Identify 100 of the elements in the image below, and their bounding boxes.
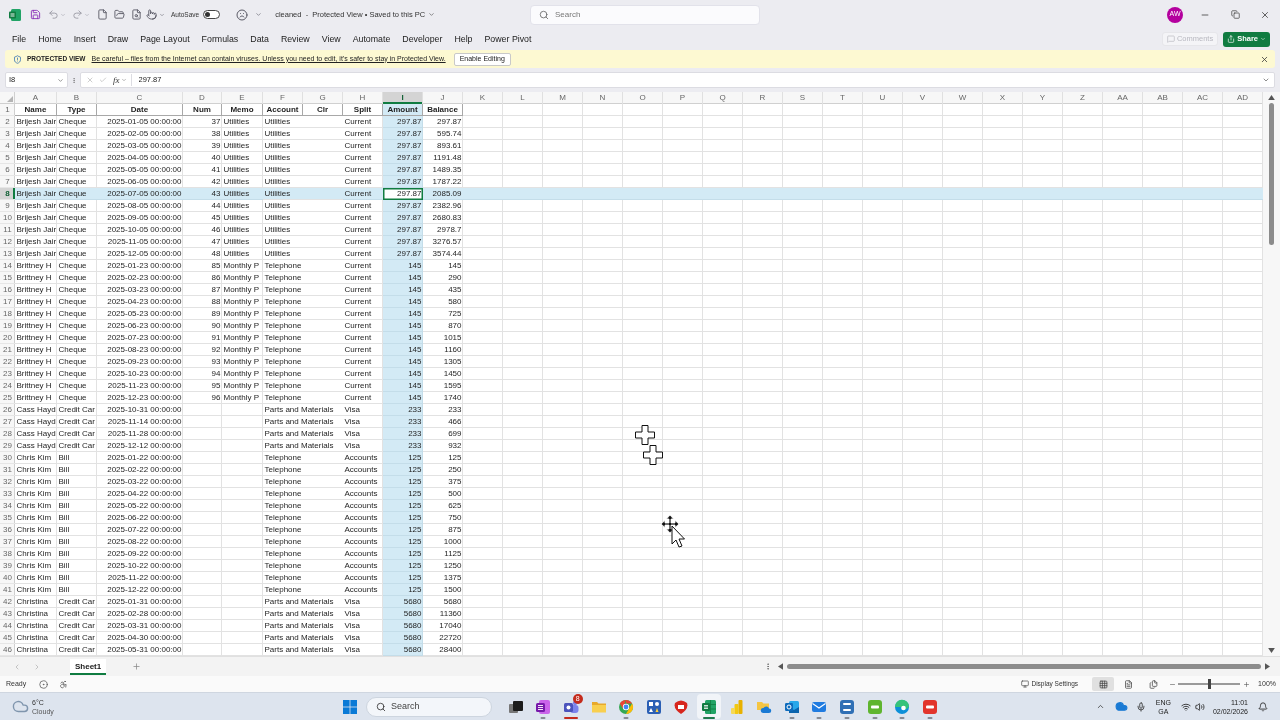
row-number[interactable]: 31 bbox=[0, 464, 15, 476]
open-folder-icon[interactable] bbox=[114, 9, 125, 20]
volume-icon[interactable] bbox=[1194, 701, 1205, 712]
zoom-in-icon[interactable] bbox=[1243, 680, 1251, 688]
row-number[interactable]: 6 bbox=[0, 164, 15, 176]
redo-icon[interactable] bbox=[72, 9, 83, 20]
row-number[interactable]: 3 bbox=[0, 128, 15, 140]
wifi-icon[interactable] bbox=[1180, 701, 1191, 712]
ribbon-tab[interactable]: Power Pivot bbox=[478, 33, 538, 45]
row-number[interactable]: 5 bbox=[0, 152, 15, 164]
row-number[interactable]: 18 bbox=[0, 308, 15, 320]
sheet-tab[interactable]: Sheet1 bbox=[70, 658, 107, 675]
ribbon-tab[interactable]: Insert bbox=[67, 33, 102, 45]
scroll-up-icon[interactable] bbox=[1268, 95, 1275, 100]
column-header[interactable]: N bbox=[583, 92, 623, 104]
caret-icon[interactable] bbox=[428, 11, 436, 18]
autosave-switch[interactable] bbox=[203, 10, 221, 19]
row-number[interactable]: 38 bbox=[0, 548, 15, 560]
column-header[interactable]: K bbox=[463, 92, 503, 104]
row-number[interactable]: 24 bbox=[0, 380, 15, 392]
ribbon-tab[interactable]: Review bbox=[274, 33, 316, 45]
row-number[interactable]: 43 bbox=[0, 608, 15, 620]
row-number[interactable]: 2 bbox=[0, 116, 15, 128]
scroll-down-icon[interactable] bbox=[1268, 648, 1275, 653]
scroll-left-icon[interactable] bbox=[778, 663, 783, 670]
ribbon-tab[interactable]: Formulas bbox=[195, 33, 245, 45]
row-number[interactable]: 25 bbox=[0, 392, 15, 404]
accessibility-icon[interactable] bbox=[59, 679, 69, 689]
ribbon-tab[interactable]: Developer bbox=[396, 33, 449, 45]
row-number[interactable]: 28 bbox=[0, 428, 15, 440]
view-button[interactable] bbox=[1092, 677, 1115, 691]
resize-handle-icon[interactable] bbox=[764, 662, 772, 671]
cloud-icon[interactable] bbox=[1114, 700, 1128, 713]
row-number[interactable]: 34 bbox=[0, 500, 15, 512]
ribbon-tab[interactable]: Help bbox=[448, 33, 479, 45]
ribbon-tab[interactable]: View bbox=[315, 33, 347, 45]
row-number[interactable]: 4 bbox=[0, 140, 15, 152]
ribbon-tab[interactable]: Draw bbox=[101, 33, 135, 45]
row-number[interactable]: 40 bbox=[0, 572, 15, 584]
save-icon[interactable] bbox=[30, 9, 41, 20]
ribbon-tab[interactable]: Page Layout bbox=[134, 33, 196, 45]
column-header[interactable]: I bbox=[383, 92, 423, 104]
column-header[interactable]: L bbox=[503, 92, 543, 104]
column-header[interactable]: W bbox=[943, 92, 983, 104]
horizontal-scrollbar-thumb[interactable] bbox=[787, 664, 1261, 669]
column-header[interactable]: X bbox=[983, 92, 1023, 104]
row-number[interactable]: 20 bbox=[0, 332, 15, 344]
caret-icon[interactable] bbox=[255, 11, 263, 18]
column-header[interactable]: H bbox=[343, 92, 383, 104]
column-header[interactable]: Z bbox=[1063, 92, 1103, 104]
pointing-hand-icon[interactable] bbox=[146, 9, 157, 20]
column-header[interactable]: AB bbox=[1143, 92, 1183, 104]
ribbon-tab[interactable]: Data bbox=[244, 33, 275, 45]
row-number[interactable]: 17 bbox=[0, 296, 15, 308]
column-header[interactable]: R bbox=[743, 92, 783, 104]
ribbon-tab[interactable]: File bbox=[6, 33, 33, 45]
expand-formula-icon[interactable] bbox=[1262, 76, 1270, 84]
row-number[interactable]: 37 bbox=[0, 536, 15, 548]
zoom-slider-thumb[interactable] bbox=[1207, 679, 1211, 689]
row-number[interactable]: 10 bbox=[0, 212, 15, 224]
column-header[interactable]: D bbox=[183, 92, 222, 104]
column-header[interactable]: S bbox=[783, 92, 823, 104]
notifications-icon[interactable] bbox=[1258, 701, 1268, 712]
frown-face-icon[interactable] bbox=[236, 8, 249, 21]
add-sheet-icon[interactable] bbox=[132, 662, 142, 671]
column-header[interactable]: C bbox=[97, 92, 183, 104]
column-header[interactable]: G bbox=[303, 92, 343, 104]
windows-logo-icon[interactable] bbox=[343, 699, 357, 714]
column-header[interactable]: A bbox=[15, 92, 57, 104]
row-number[interactable]: 9 bbox=[0, 200, 15, 212]
select-all-icon[interactable] bbox=[7, 96, 13, 102]
row-number[interactable]: 45 bbox=[0, 632, 15, 644]
row-number[interactable]: 21 bbox=[0, 344, 15, 356]
column-header[interactable]: AD bbox=[1223, 92, 1263, 104]
column-header[interactable]: AA bbox=[1103, 92, 1143, 104]
column-header[interactable]: T bbox=[823, 92, 863, 104]
insert-function-button[interactable]: fx bbox=[113, 75, 120, 85]
taskbar-search-input[interactable]: Search bbox=[391, 699, 471, 714]
taskbar-search-field[interactable]: Search bbox=[366, 696, 492, 717]
caret-icon[interactable] bbox=[57, 76, 64, 84]
undo-icon[interactable] bbox=[48, 9, 59, 20]
row-number[interactable]: 30 bbox=[0, 452, 15, 464]
column-header[interactable]: AC bbox=[1183, 92, 1223, 104]
row-number[interactable]: 14 bbox=[0, 260, 15, 272]
column-header[interactable]: V bbox=[903, 92, 943, 104]
column-header[interactable]: F bbox=[263, 92, 303, 104]
row-number[interactable]: 19 bbox=[0, 320, 15, 332]
column-header[interactable]: M bbox=[543, 92, 583, 104]
row-number[interactable]: 41 bbox=[0, 584, 15, 596]
ribbon-tab[interactable]: Automate bbox=[346, 33, 397, 45]
row-number[interactable]: 39 bbox=[0, 560, 15, 572]
column-header[interactable]: Q bbox=[703, 92, 743, 104]
file-search-icon[interactable] bbox=[131, 9, 142, 20]
record-icon[interactable] bbox=[39, 679, 49, 689]
row-number[interactable]: 27 bbox=[0, 416, 15, 428]
column-header[interactable]: O bbox=[623, 92, 663, 104]
close-icon[interactable] bbox=[1260, 54, 1269, 64]
new-file-icon[interactable] bbox=[97, 9, 108, 20]
row-number[interactable]: 29 bbox=[0, 440, 15, 452]
row-number[interactable]: 16 bbox=[0, 284, 15, 296]
